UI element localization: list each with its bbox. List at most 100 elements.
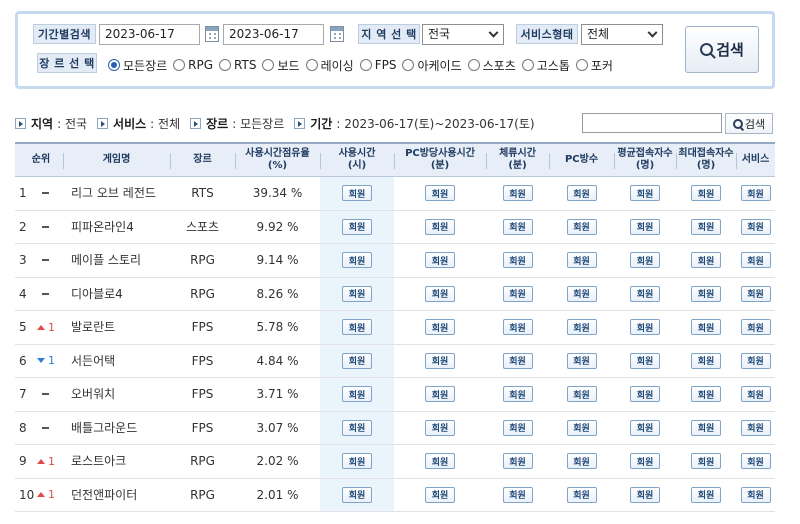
member-only-button[interactable]: 회원	[691, 185, 721, 202]
member-only-button[interactable]: 회원	[502, 486, 533, 503]
member-only-button[interactable]: 회원	[740, 486, 771, 503]
member-only-button[interactable]: 회원	[740, 386, 771, 403]
game-name[interactable]: 리그 오브 레전드	[63, 177, 170, 210]
region-select[interactable]: 전국	[422, 24, 504, 45]
radio-button[interactable]	[262, 59, 275, 71]
member-only-button[interactable]: 회원	[425, 453, 455, 470]
member-only-button[interactable]: 회원	[691, 419, 721, 436]
member-only-button[interactable]: 회원	[691, 319, 721, 336]
member-only-button[interactable]: 회원	[630, 352, 660, 369]
member-only-button[interactable]: 회원	[566, 453, 597, 470]
member-only-button[interactable]: 회원	[502, 386, 533, 403]
member-only-button[interactable]: 회원	[425, 252, 455, 269]
radio-button[interactable]	[467, 59, 480, 71]
member-only-button[interactable]: 회원	[502, 218, 533, 235]
member-only-button[interactable]: 회원	[342, 319, 372, 336]
member-only-button[interactable]: 회원	[691, 252, 721, 269]
member-only-button[interactable]: 회원	[502, 285, 533, 302]
calendar-icon[interactable]	[330, 26, 344, 42]
radio-button[interactable]	[521, 59, 534, 71]
member-only-button[interactable]: 회원	[740, 319, 771, 336]
radio-button[interactable]	[359, 59, 372, 71]
game-name[interactable]: 오버워치	[63, 378, 170, 411]
radio-button[interactable]	[305, 59, 318, 71]
genre-radio-racing[interactable]: 레이싱	[305, 57, 354, 74]
member-only-button[interactable]: 회원	[740, 352, 771, 369]
member-only-button[interactable]: 회원	[566, 218, 597, 235]
end-date-input[interactable]: 2023-06-17	[223, 24, 324, 45]
member-only-button[interactable]: 회원	[691, 352, 721, 369]
game-name[interactable]: 디아블로4	[63, 278, 170, 311]
member-only-button[interactable]: 회원	[502, 252, 533, 269]
game-name[interactable]: 발로란트	[63, 311, 170, 344]
member-only-button[interactable]: 회원	[566, 252, 597, 269]
member-only-button[interactable]: 회원	[342, 252, 372, 269]
game-search-button[interactable]: 검색	[725, 113, 773, 134]
member-only-button[interactable]: 회원	[566, 386, 597, 403]
radio-button[interactable]	[575, 59, 588, 71]
genre-radio-sports[interactable]: 스포츠	[467, 57, 516, 74]
member-only-button[interactable]: 회원	[691, 218, 721, 235]
radio-button[interactable]	[108, 59, 120, 71]
member-only-button[interactable]: 회원	[425, 319, 455, 336]
member-only-button[interactable]: 회원	[566, 352, 597, 369]
radio-button[interactable]	[173, 59, 186, 71]
search-button[interactable]: 검색	[685, 26, 759, 73]
member-only-button[interactable]: 회원	[425, 185, 455, 202]
member-only-button[interactable]: 회원	[566, 285, 597, 302]
member-only-button[interactable]: 회원	[342, 453, 372, 470]
calendar-icon[interactable]	[205, 26, 219, 42]
member-only-button[interactable]: 회원	[502, 319, 533, 336]
genre-radio-poker[interactable]: 포커	[575, 57, 613, 74]
member-only-button[interactable]: 회원	[630, 453, 660, 470]
member-only-button[interactable]: 회원	[740, 185, 771, 202]
service-select[interactable]: 전체	[581, 24, 663, 45]
member-only-button[interactable]: 회원	[342, 419, 372, 436]
member-only-button[interactable]: 회원	[566, 486, 597, 503]
member-only-button[interactable]: 회원	[630, 252, 660, 269]
member-only-button[interactable]: 회원	[740, 453, 771, 470]
member-only-button[interactable]: 회원	[630, 419, 660, 436]
member-only-button[interactable]: 회원	[691, 453, 721, 470]
member-only-button[interactable]: 회원	[342, 352, 372, 369]
genre-radio-gostop[interactable]: 고스톱	[521, 57, 570, 74]
game-name[interactable]: 배틀그라운드	[63, 412, 170, 445]
member-only-button[interactable]: 회원	[566, 419, 597, 436]
game-name[interactable]: 피파온라인4	[63, 211, 170, 244]
game-name[interactable]: 메이플 스토리	[63, 244, 170, 277]
genre-radio-all[interactable]: 모든장르	[108, 57, 167, 74]
genre-radio-rpg[interactable]: RPG	[173, 58, 213, 72]
radio-button[interactable]	[402, 59, 415, 71]
member-only-button[interactable]: 회원	[425, 285, 455, 302]
member-only-button[interactable]: 회원	[630, 386, 660, 403]
game-name[interactable]: 서든어택	[63, 345, 170, 378]
genre-radio-fps[interactable]: FPS	[359, 58, 396, 72]
start-date-input[interactable]: 2023-06-17	[99, 24, 200, 45]
member-only-button[interactable]: 회원	[502, 352, 533, 369]
member-only-button[interactable]: 회원	[740, 252, 771, 269]
member-only-button[interactable]: 회원	[740, 218, 771, 235]
game-search-input[interactable]	[582, 113, 722, 133]
member-only-button[interactable]: 회원	[342, 386, 372, 403]
member-only-button[interactable]: 회원	[630, 486, 660, 503]
member-only-button[interactable]: 회원	[566, 185, 597, 202]
member-only-button[interactable]: 회원	[691, 285, 721, 302]
member-only-button[interactable]: 회원	[502, 419, 533, 436]
member-only-button[interactable]: 회원	[630, 185, 660, 202]
game-name[interactable]: 던전앤파이터	[63, 479, 170, 512]
member-only-button[interactable]: 회원	[691, 386, 721, 403]
member-only-button[interactable]: 회원	[425, 486, 455, 503]
genre-radio-arcade[interactable]: 아케이드	[402, 57, 462, 74]
member-only-button[interactable]: 회원	[425, 419, 455, 436]
member-only-button[interactable]: 회원	[425, 218, 455, 235]
member-only-button[interactable]: 회원	[425, 352, 455, 369]
genre-radio-rts[interactable]: RTS	[219, 58, 256, 72]
radio-button[interactable]	[219, 59, 232, 71]
member-only-button[interactable]: 회원	[502, 453, 533, 470]
member-only-button[interactable]: 회원	[425, 386, 455, 403]
member-only-button[interactable]: 회원	[342, 486, 372, 503]
member-only-button[interactable]: 회원	[630, 218, 660, 235]
member-only-button[interactable]: 회원	[342, 218, 372, 235]
member-only-button[interactable]: 회원	[342, 185, 372, 202]
game-name[interactable]: 로스트아크	[63, 445, 170, 478]
